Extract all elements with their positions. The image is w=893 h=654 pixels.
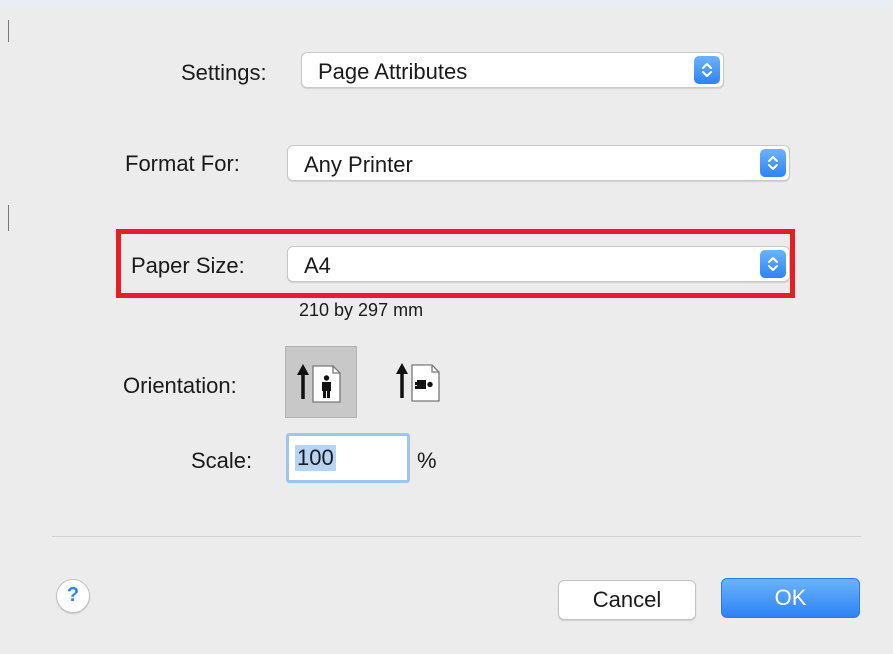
chevron-up-down-icon	[694, 56, 720, 84]
separator	[52, 536, 861, 537]
help-button[interactable]: ?	[56, 579, 90, 613]
portrait-orientation-icon	[297, 364, 341, 403]
scale-input[interactable]: 100	[286, 433, 410, 483]
paper-size-highlight-box	[116, 229, 795, 298]
window-left-edge-mark	[8, 20, 9, 42]
scale-label: Scale:	[191, 448, 253, 473]
chevron-up-down-icon	[760, 149, 786, 177]
scale-percent-unit: %	[417, 448, 437, 473]
format-for-popup-value: Any Printer	[304, 152, 413, 177]
format-for-popup[interactable]: Any Printer	[287, 145, 790, 181]
help-icon: ?	[66, 584, 80, 606]
ok-button[interactable]: OK	[721, 578, 860, 618]
window-left-edge-mark	[8, 205, 9, 231]
settings-popup-value: Page Attributes	[318, 59, 468, 84]
cancel-button[interactable]: Cancel	[558, 580, 696, 620]
scale-input-value: 100	[295, 445, 336, 471]
landscape-orientation-icon	[396, 363, 440, 402]
orientation-label: Orientation:	[123, 373, 237, 398]
orientation-landscape-button[interactable]	[385, 346, 457, 418]
settings-popup[interactable]: Page Attributes	[301, 52, 724, 88]
window-top-edge	[0, 0, 893, 8]
paper-dimensions-text: 210 by 297 mm	[299, 300, 424, 320]
orientation-portrait-button[interactable]	[285, 346, 357, 418]
format-for-label: Format For:	[125, 151, 240, 176]
settings-label: Settings:	[181, 60, 267, 85]
